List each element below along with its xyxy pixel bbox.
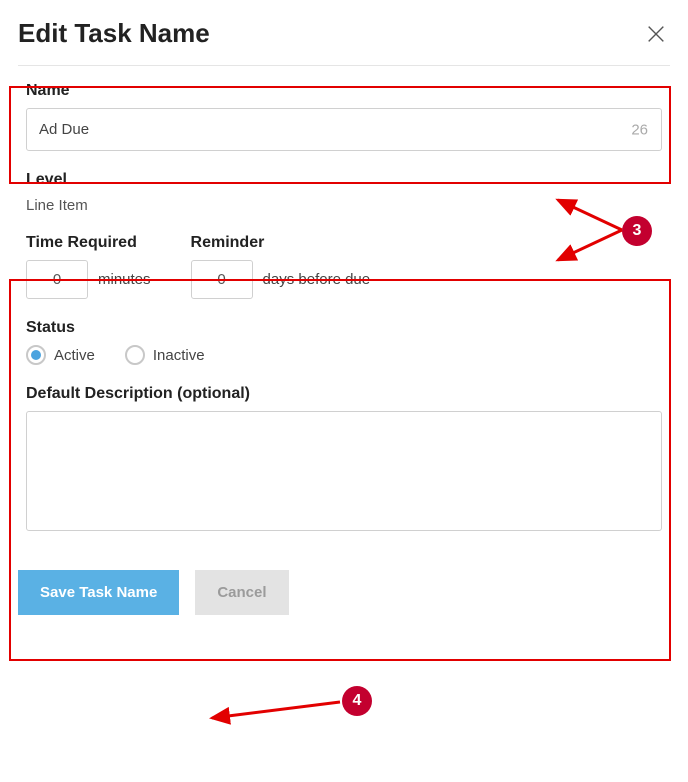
description-textarea[interactable] <box>26 411 662 531</box>
time-required-input[interactable] <box>26 260 88 299</box>
status-radio-inactive[interactable]: Inactive <box>125 345 205 365</box>
name-label: Name <box>26 82 662 100</box>
level-section: Level Line Item <box>18 161 670 224</box>
dialog-title: Edit Task Name <box>18 18 210 49</box>
reminder-unit: days before due <box>263 271 371 288</box>
time-required-field: Time Required minutes <box>26 234 151 299</box>
reminder-label: Reminder <box>191 234 371 252</box>
description-section: Default Description (optional) <box>18 375 670 546</box>
status-label: Status <box>26 319 662 337</box>
save-button[interactable]: Save Task Name <box>18 570 179 615</box>
annotation-badge-3: 3 <box>622 216 652 246</box>
annotation-arrow <box>200 690 360 730</box>
edit-task-dialog: Edit Task Name Name 26 Level Line Item T… <box>0 0 688 546</box>
radio-icon <box>125 345 145 365</box>
name-input[interactable] <box>26 108 662 151</box>
name-section: Name 26 <box>18 72 670 161</box>
name-input-wrap: 26 <box>26 108 662 151</box>
name-char-count: 26 <box>631 121 648 138</box>
time-required-unit: minutes <box>98 271 151 288</box>
close-button[interactable] <box>642 20 670 48</box>
status-radio-active[interactable]: Active <box>26 345 95 365</box>
level-value: Line Item <box>26 197 662 214</box>
radio-icon <box>26 345 46 365</box>
annotation-badge-4: 4 <box>342 686 372 716</box>
close-icon <box>645 23 667 45</box>
reminder-input[interactable] <box>191 260 253 299</box>
cancel-button[interactable]: Cancel <box>195 570 288 615</box>
time-reminder-section: Time Required minutes Reminder days befo… <box>18 224 670 309</box>
level-label: Level <box>26 171 662 189</box>
dialog-footer: Save Task Name Cancel <box>0 546 688 639</box>
description-label: Default Description (optional) <box>26 385 662 403</box>
status-active-label: Active <box>54 347 95 364</box>
time-required-label: Time Required <box>26 234 151 252</box>
dialog-header: Edit Task Name <box>18 18 670 66</box>
status-section: Status Active Inactive <box>18 309 670 375</box>
status-inactive-label: Inactive <box>153 347 205 364</box>
reminder-field: Reminder days before due <box>191 234 371 299</box>
